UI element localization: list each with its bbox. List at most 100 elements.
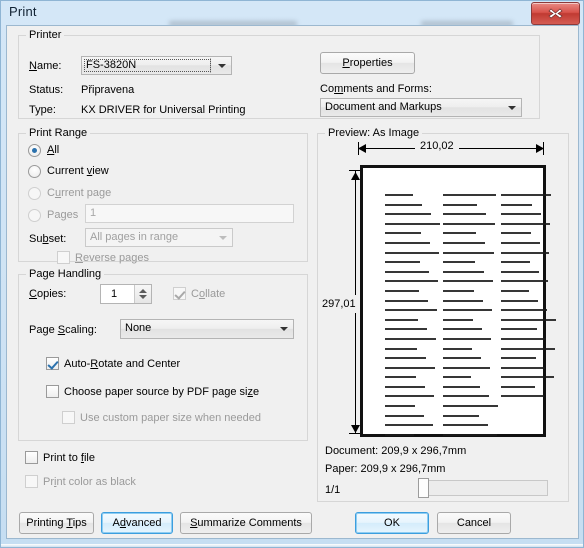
- printing-tips-button[interactable]: Printing Tips: [19, 512, 94, 534]
- properties-button[interactable]: Properties: [320, 52, 415, 74]
- subset-value: All pages in range: [90, 231, 179, 243]
- page-preview-text-line: [385, 232, 421, 235]
- print-dialog-window: Print Printer Name: FS-3820N Status: Při…: [0, 0, 584, 548]
- page-preview-text-line: [385, 328, 427, 331]
- printer-status-value: Připravena: [81, 84, 135, 96]
- page-preview-text-line: [385, 347, 417, 350]
- comments-and-forms-combobox[interactable]: Document and Markups: [320, 98, 522, 117]
- printer-name-value: FS-3820N: [86, 59, 137, 71]
- arrow-left-icon: [358, 144, 366, 153]
- stepper-down-icon[interactable]: [139, 295, 147, 299]
- radio-pages: [28, 209, 41, 222]
- chevron-down-icon[interactable]: [508, 106, 516, 110]
- chevron-down-icon[interactable]: [280, 327, 288, 331]
- radio-all-label: All: [47, 144, 60, 156]
- radio-current-page: [28, 187, 41, 200]
- page-preview-content: [385, 194, 556, 436]
- print-to-file-checkbox[interactable]: [25, 451, 38, 464]
- page-preview-text-line: [501, 270, 539, 273]
- print-color-as-black-label: Print color as black: [43, 476, 136, 488]
- page-preview-text-line: [385, 194, 413, 196]
- cancel-button[interactable]: Cancel: [437, 512, 511, 534]
- ok-button[interactable]: OK: [355, 512, 429, 534]
- page-preview-text-line: [443, 414, 479, 417]
- reverse-pages-checkbox: [57, 251, 70, 264]
- printer-type-value: KX DRIVER for Universal Printing: [81, 104, 246, 116]
- page-preview-text-line: [385, 337, 436, 340]
- window-bottom-edge: [1, 544, 583, 547]
- page-preview-text-line: [501, 385, 535, 388]
- page-preview-text-line: [443, 424, 488, 427]
- paper-source-checkbox[interactable]: [46, 385, 59, 398]
- page-preview-text-line: [385, 203, 422, 206]
- summarize-comments-button[interactable]: Summarize Comments: [180, 512, 312, 534]
- pages-input[interactable]: 1: [85, 204, 294, 223]
- page-scaling-combobox[interactable]: None: [120, 319, 294, 339]
- copies-stepper[interactable]: 1: [100, 284, 152, 304]
- radio-all[interactable]: [28, 144, 41, 157]
- preview-page-slider-track[interactable]: [418, 478, 548, 498]
- printer-status-label: Status:: [29, 84, 64, 96]
- page-preview-text-line: [443, 194, 496, 196]
- chevron-down-icon[interactable]: [218, 64, 226, 68]
- preview-page-slider-thumb[interactable]: [418, 478, 429, 498]
- arrow-right-icon: [536, 144, 544, 153]
- page-preview-text-line: [385, 241, 430, 244]
- page-counter: 1/1: [325, 484, 341, 496]
- page-preview-text-line: [443, 337, 491, 340]
- printer-name-combobox[interactable]: FS-3820N: [81, 56, 232, 75]
- page-preview-text-line: [385, 318, 418, 321]
- radio-current-view-label: Current view: [47, 165, 109, 177]
- advanced-button[interactable]: Advanced: [101, 512, 173, 534]
- page-preview-text-line: [443, 405, 498, 408]
- page-preview-text-line: [501, 241, 540, 244]
- printer-name-label: Name:: [29, 60, 62, 72]
- auto-rotate-checkbox[interactable]: [46, 357, 59, 370]
- subset-label: Subset:: [29, 233, 67, 245]
- page-preview-text-line: [501, 232, 531, 235]
- page-preview-text-line: [385, 280, 438, 283]
- page-preview-text-line: [443, 222, 495, 225]
- page-preview-text-line: [443, 357, 481, 360]
- page-preview-text-line: [443, 395, 489, 398]
- page-handling-group-label: Page Handling: [26, 268, 105, 280]
- radio-pages-label: Pages: [47, 209, 79, 221]
- page-preview-text-line: [443, 251, 494, 254]
- page-preview-text-line: [385, 357, 426, 360]
- auto-rotate-label: Auto-Rotate and Center: [64, 358, 181, 370]
- page-preview-text-line: [385, 261, 420, 264]
- width-dimension-value: 210,02: [415, 140, 459, 152]
- page-preview-text-line: [443, 299, 483, 302]
- subset-combobox[interactable]: All pages in range: [85, 228, 233, 247]
- page-preview-text-line: [501, 261, 530, 264]
- page-preview-text-line: [443, 280, 493, 283]
- chevron-down-icon[interactable]: [219, 236, 227, 240]
- comments-and-forms-label: Comments and Forms:: [320, 83, 432, 95]
- page-preview-column: [443, 194, 500, 443]
- paper-source-label: Choose paper source by PDF page size: [64, 386, 260, 398]
- page-preview-text-line: [443, 347, 472, 350]
- stepper-up-icon[interactable]: [139, 289, 147, 293]
- copies-stepper-buttons[interactable]: [134, 285, 151, 303]
- close-button[interactable]: [531, 2, 580, 25]
- page-preview-text-line: [443, 309, 492, 312]
- page-preview-text-line: [443, 270, 484, 273]
- page-preview[interactable]: [360, 165, 556, 437]
- window-title: Print: [9, 4, 37, 19]
- page-preview-text-line: [501, 299, 538, 302]
- reverse-pages-label: Reverse pages: [75, 252, 149, 264]
- radio-current-view[interactable]: [28, 165, 41, 178]
- page-preview-column: [385, 194, 442, 443]
- page-preview-text-line: [443, 241, 485, 244]
- custom-paper-size-label: Use custom paper size when needed: [80, 412, 261, 424]
- page-preview-text-line: [385, 385, 425, 388]
- document-size-info: Document: 209,9 x 296,7mm: [325, 445, 467, 457]
- page-preview-text-line: [385, 299, 428, 302]
- page-preview-text-line: [385, 309, 437, 312]
- pages-input-value: 1: [90, 207, 97, 219]
- copies-value: 1: [111, 288, 118, 300]
- print-color-as-black-checkbox: [25, 475, 38, 488]
- custom-paper-size-checkbox: [62, 411, 75, 424]
- comments-and-forms-value: Document and Markups: [325, 101, 442, 113]
- page-preview-text-line: [501, 376, 554, 379]
